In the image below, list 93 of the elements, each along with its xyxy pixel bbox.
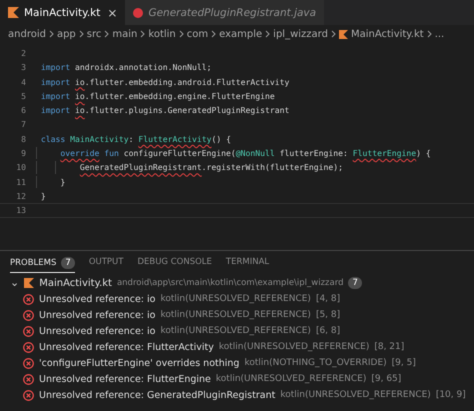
problem-source: kotlin(UNRESOLVED_REFERENCE) <box>280 390 431 400</box>
code-line: override fun configureFlutterEngine(@NonNull flutterEngine: FlutterEngine) { <box>60 148 431 158</box>
problem-message: Unresolved reference: io <box>39 326 156 336</box>
editor-tab[interactable]: MainActivity.kt × <box>0 0 126 25</box>
line-number: 3 <box>20 61 27 74</box>
problem-item[interactable]: Unresolved reference: GeneratedPluginRegistrant kotlin(UNRESOLVED_REFERENCE) [10, 9] <box>0 387 474 403</box>
problem-message: Unresolved reference: FlutterEngine <box>39 374 211 384</box>
problem-item[interactable]: Unresolved reference: io kotlin(UNRESOLVED_REFERENCE) [5, 8] <box>0 307 474 323</box>
breadcrumb-item[interactable]: ... <box>434 28 444 40</box>
problem-source: kotlin(UNRESOLVED_REFERENCE) <box>160 326 311 336</box>
breadcrumb-item[interactable]: app <box>56 28 76 40</box>
line-number: 10 <box>15 161 27 174</box>
code-line: } <box>60 176 66 187</box>
tab-label: GeneratedPluginRegistrant.java <box>148 6 316 18</box>
code-line: import io.flutter.plugins.GeneratedPluginRegistrant <box>40 105 290 116</box>
chevron-right-icon <box>48 30 54 38</box>
problem-item[interactable]: Unresolved reference: io kotlin(UNRESOLVED_REFERENCE) [4, 8] <box>0 291 474 307</box>
chevron-right-icon <box>78 30 84 38</box>
error-icon <box>23 342 34 352</box>
line-number: 9 <box>20 147 27 160</box>
breadcrumb-item[interactable]: android <box>8 28 46 40</box>
chevron-right-icon <box>211 30 216 38</box>
code-line: } <box>40 190 46 201</box>
problem-location: [5, 8] <box>316 310 340 320</box>
line-number: 8 <box>20 132 27 146</box>
line-number: 6 <box>20 104 27 116</box>
error-icon <box>23 390 34 400</box>
problem-location: [9, 5] <box>392 358 416 368</box>
close-tab-button[interactable]: × <box>107 6 118 20</box>
code-line: import io.flutter.embedding.engine.FlutterEngine <box>40 90 275 101</box>
line-number: 4 <box>20 76 27 88</box>
problem-item[interactable]: Unresolved reference: FlutterActivity kotlin(UNRESOLVED_REFERENCE) [8, 21] <box>0 339 474 355</box>
panel-tab[interactable]: DEBUG CONSOLE <box>137 257 212 271</box>
problem-source: kotlin(UNRESOLVED_REFERENCE) <box>160 310 311 320</box>
error-icon <box>23 358 34 368</box>
breadcrumb-item[interactable]: MainActivity.kt <box>350 28 424 40</box>
kotlin-file-icon <box>8 7 19 18</box>
problem-source: kotlin(UNRESOLVED_REFERENCE) <box>218 342 370 352</box>
problem-location: [9, 65] <box>371 374 402 384</box>
code-line: GeneratedPluginRegistrant.registerWith(flutterEngine); <box>80 162 343 172</box>
problem-item[interactable]: Unresolved reference: io kotlin(UNRESOLVED_REFERENCE) [6, 8] <box>0 323 474 339</box>
problem-item[interactable]: 'configureFlutterEngine' overrides nothing kotlin(NOTHING_TO_OVERRIDE) [9, 5] <box>0 355 474 371</box>
problem-location: [10, 9] <box>436 390 466 400</box>
line-number: 12 <box>15 190 27 202</box>
breadcrumb-item[interactable]: example <box>219 28 262 40</box>
breadcrumb-item[interactable]: com <box>186 28 208 40</box>
chevron-right-icon <box>330 30 336 38</box>
chevron-right-icon <box>104 30 110 38</box>
error-icon <box>23 294 34 304</box>
line-number: 5 <box>20 90 27 102</box>
breadcrumb-item[interactable]: main <box>112 28 138 40</box>
line-number: 13 <box>15 204 27 217</box>
problem-source: kotlin(UNRESOLVED_REFERENCE) <box>216 374 366 384</box>
kotlin-file-icon <box>24 278 34 288</box>
code-line: import androidx.annotation.NonNull; <box>40 62 212 72</box>
problem-message: 'configureFlutterEngine' overrides nothing <box>39 358 240 368</box>
problem-source: kotlin(NOTHING_TO_OVERRIDE) <box>244 358 387 368</box>
count-badge: 7 <box>348 277 362 289</box>
line-number: 7 <box>20 118 27 131</box>
file-path: android\app\src\main\kotlin\com\example\ipl_wizzard <box>116 278 344 288</box>
breadcrumb-item[interactable]: src <box>86 28 102 40</box>
panel-tab[interactable]: PROBLEMS 7 <box>10 257 75 273</box>
error-icon <box>23 326 34 336</box>
problem-source: kotlin(UNRESOLVED_REFERENCE) <box>160 294 311 304</box>
problem-message: Unresolved reference: FlutterActivity <box>39 342 214 352</box>
kotlin-file-icon <box>338 30 348 38</box>
editor-tab[interactable]: GeneratedPluginRegistrant.java <box>125 0 324 25</box>
chevron-right-icon <box>140 30 146 38</box>
chevron-right-icon <box>178 30 184 38</box>
problem-message: Unresolved reference: io <box>39 294 156 304</box>
error-icon <box>23 374 34 384</box>
line-number: 2 <box>20 47 27 60</box>
breadcrumb-item[interactable]: kotlin <box>148 28 176 40</box>
code-line: class MainActivity: FlutterActivity() { <box>40 134 231 144</box>
problem-location: [4, 8] <box>316 294 340 304</box>
error-icon <box>23 310 34 320</box>
panel-tab[interactable]: TERMINAL <box>226 257 270 271</box>
count-badge: 7 <box>61 257 75 269</box>
problem-location: [6, 8] <box>316 326 340 336</box>
chevron-icon[interactable]: ⌄ <box>10 279 20 287</box>
breadcrumb-item[interactable]: ipl_wizzard <box>273 28 328 40</box>
chevron-right-icon <box>426 30 432 38</box>
error-dot-icon <box>133 8 144 18</box>
problem-location: [8, 21] <box>374 342 404 352</box>
line-number: 11 <box>15 176 27 188</box>
panel-tab[interactable]: OUTPUT <box>88 257 124 271</box>
problem-message: Unresolved reference: GeneratedPluginRegistrant <box>39 390 276 400</box>
problem-message: Unresolved reference: io <box>39 310 156 320</box>
tab-label: MainActivity.kt <box>24 6 100 18</box>
code-line: import io.flutter.embedding.android.FlutterActivity <box>40 76 290 87</box>
chevron-right-icon <box>265 30 270 38</box>
problem-item[interactable]: Unresolved reference: FlutterEngine kotlin(UNRESOLVED_REFERENCE) [9, 65] <box>0 371 474 387</box>
file-name: MainActivity.kt <box>39 278 112 288</box>
